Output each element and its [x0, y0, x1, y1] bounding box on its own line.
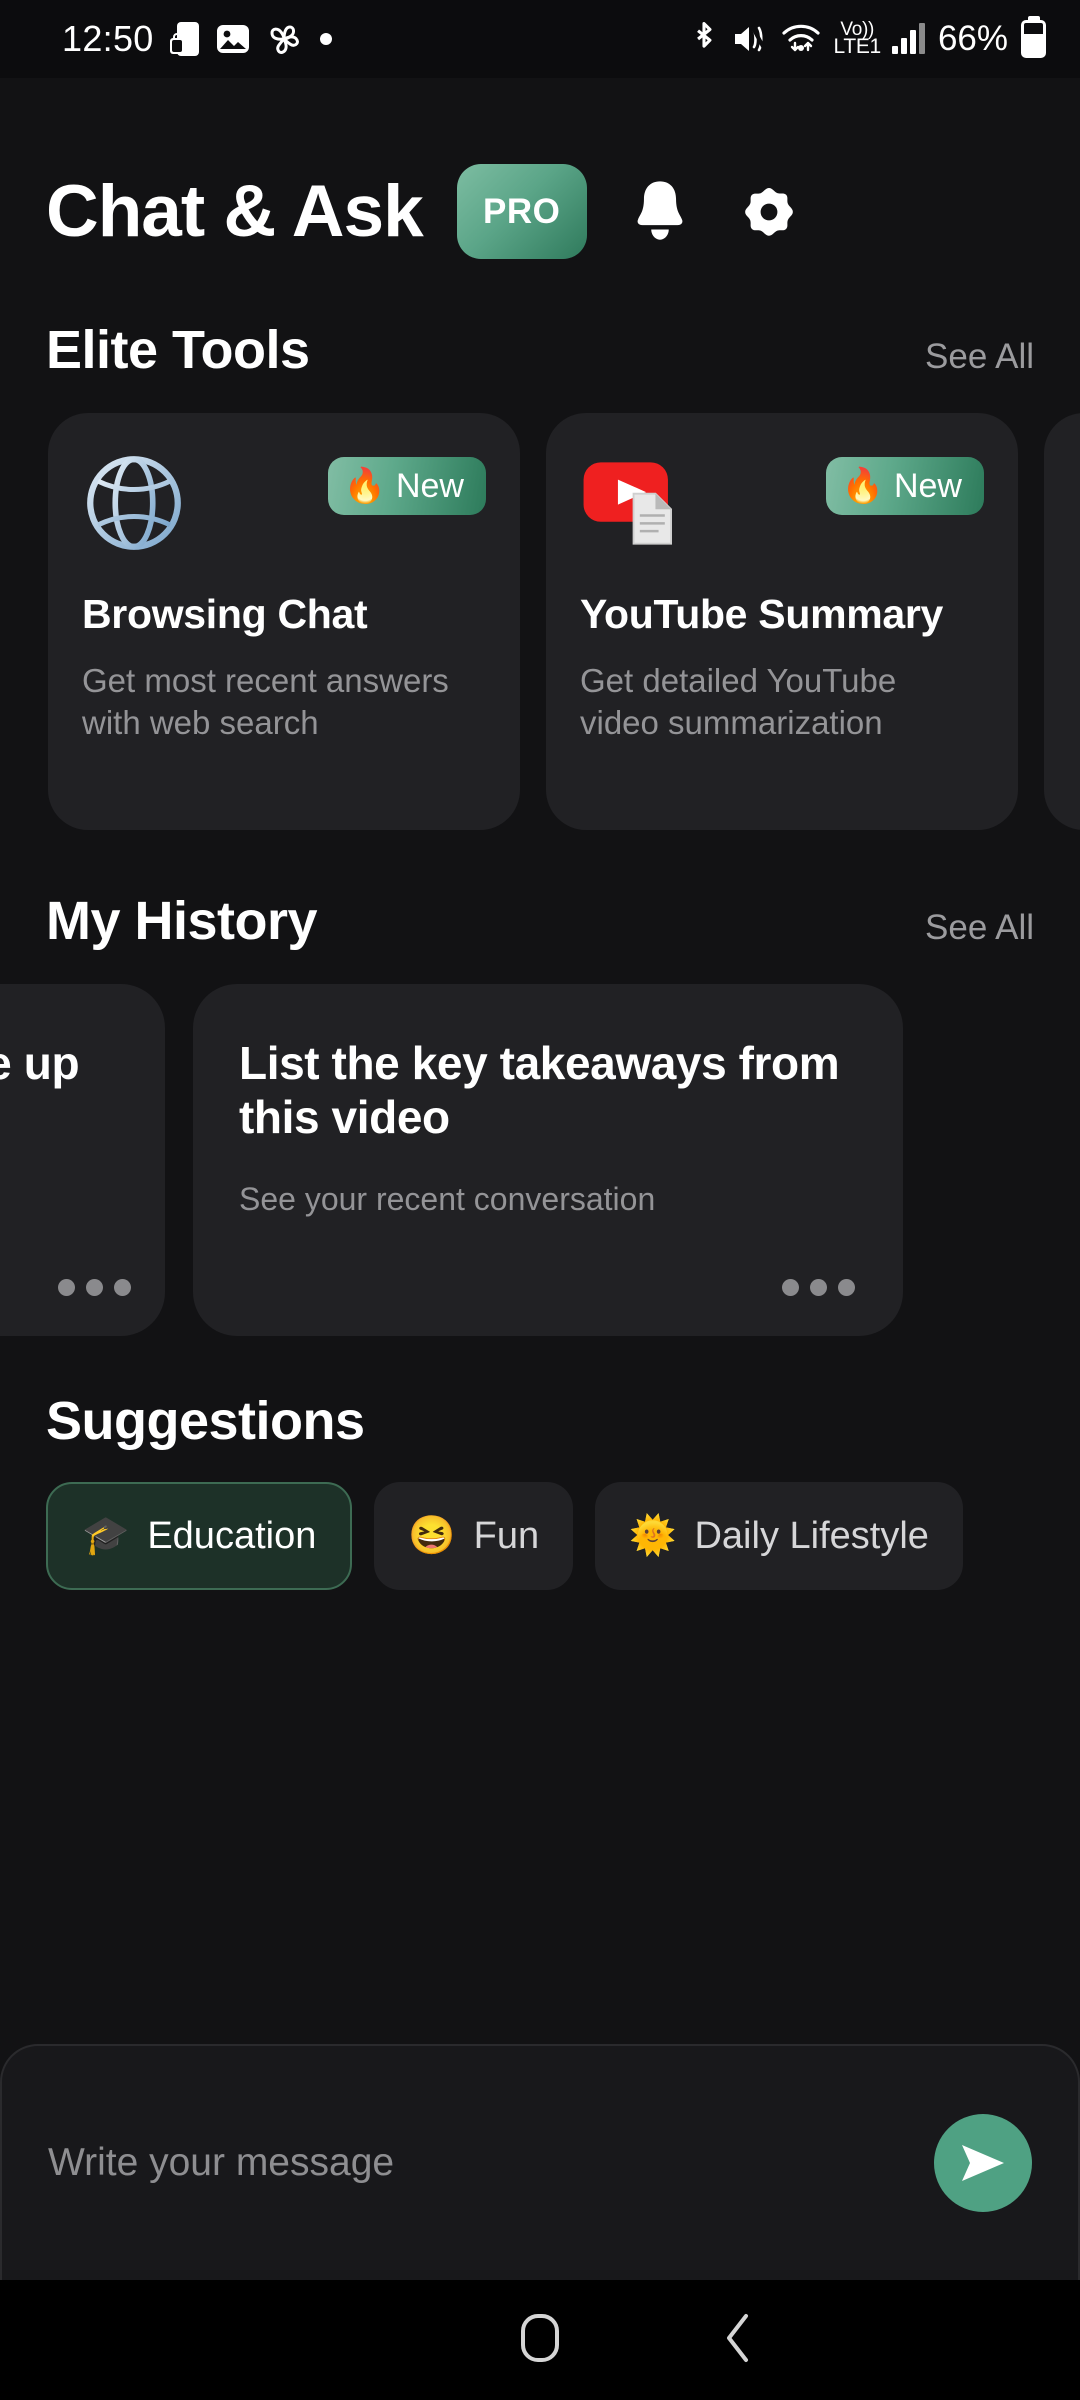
- pro-badge[interactable]: PRO: [457, 164, 587, 259]
- elite-tools-header: Elite Tools See All: [0, 319, 1080, 381]
- app-screen: 12:50 Vo)): [0, 0, 1080, 2400]
- suggestion-chip-label: Fun: [474, 1515, 539, 1558]
- pinwheel-icon: [266, 21, 302, 57]
- suggestions-title: Suggestions: [46, 1390, 365, 1452]
- status-bar-left: 12:50: [62, 18, 334, 60]
- history-card-title: ke up ld: [0, 1036, 119, 1145]
- new-badge-label: New: [894, 467, 962, 506]
- elite-tools-title: Elite Tools: [46, 319, 310, 381]
- battery-icon: [1021, 20, 1046, 58]
- tool-card-top: 🔥 New: [82, 451, 486, 555]
- tool-card-browsing-chat[interactable]: 🔥 New Browsing Chat Get most recent answ…: [48, 413, 520, 830]
- bell-icon[interactable]: [627, 177, 693, 247]
- tool-card-description: Get detailed YouTube video summarization: [580, 660, 984, 744]
- message-composer[interactable]: Write your message: [0, 2044, 1080, 2280]
- suggestion-chip-label: Daily Lifestyle: [694, 1515, 928, 1558]
- volte-indicator: Vo)) LTE1: [834, 22, 881, 56]
- sun-face-icon: 🌞: [629, 1517, 676, 1555]
- tool-card-top: 🔥 New: [580, 451, 984, 555]
- system-nav-bar: [0, 2280, 1080, 2400]
- new-badge: 🔥 New: [328, 457, 486, 515]
- more-dots-icon[interactable]: [58, 1279, 131, 1296]
- my-history-list[interactable]: ke up ld n List the key takeaways from t…: [0, 984, 1080, 1336]
- bluetooth-icon: [689, 20, 719, 58]
- home-icon[interactable]: [518, 2312, 562, 2369]
- suggestion-chip-label: Education: [147, 1515, 316, 1558]
- history-card-subtitle: n: [0, 1181, 119, 1218]
- app-header: Chat & Ask PRO: [0, 78, 1080, 259]
- more-dots-icon[interactable]: [782, 1279, 855, 1296]
- new-badge: 🔥 New: [826, 457, 984, 515]
- youtube-document-icon: [580, 451, 684, 555]
- fire-icon: 🔥: [344, 469, 386, 503]
- globe-icon: [82, 451, 186, 555]
- tool-card-next-partial[interactable]: [1044, 413, 1080, 830]
- suggestion-chip-daily-lifestyle[interactable]: 🌞 Daily Lifestyle: [595, 1482, 963, 1590]
- app-body: Chat & Ask PRO Elite Tools See All: [0, 78, 1080, 2280]
- suggestion-chip-education[interactable]: 🎓 Education: [46, 1482, 352, 1590]
- fire-icon: 🔥: [842, 469, 884, 503]
- tool-card-name: Browsing Chat: [82, 591, 486, 638]
- wifi-icon: [781, 22, 821, 56]
- tool-card-youtube-summary[interactable]: 🔥 New YouTube Summary Get detailed YouTu…: [546, 413, 1018, 830]
- signal-bars-icon: [892, 24, 925, 54]
- suggestion-chips[interactable]: 🎓 Education 😆 Fun 🌞 Daily Lifestyle: [0, 1482, 1080, 1590]
- dot-icon: [318, 31, 334, 47]
- laughing-face-icon: 😆: [408, 1517, 455, 1555]
- history-card-subtitle: See your recent conversation: [239, 1181, 857, 1218]
- send-button[interactable]: [934, 2114, 1032, 2212]
- elite-tools-see-all[interactable]: See All: [925, 337, 1034, 377]
- suggestions-header: Suggestions: [0, 1390, 1080, 1452]
- back-icon[interactable]: [717, 2311, 759, 2370]
- my-history-see-all[interactable]: See All: [925, 908, 1034, 948]
- battery-percent-label: 66%: [938, 19, 1008, 59]
- send-icon: [956, 2139, 1010, 2187]
- status-bar: 12:50 Vo)): [0, 0, 1080, 78]
- tool-card-name: YouTube Summary: [580, 591, 984, 638]
- history-card-title: List the key takeaways from this video: [239, 1036, 857, 1145]
- my-history-header: My History See All: [0, 890, 1080, 952]
- status-bar-right: Vo)) LTE1 66%: [689, 19, 1047, 59]
- status-bar-clock: 12:50: [62, 18, 154, 60]
- history-card-takeaways[interactable]: List the key takeaways from this video S…: [193, 984, 903, 1336]
- history-card-partial[interactable]: ke up ld n: [0, 984, 165, 1336]
- page-title: Chat & Ask: [46, 175, 423, 248]
- mute-icon: [732, 23, 768, 55]
- new-badge-label: New: [396, 467, 464, 506]
- volte-bottom-label: LTE1: [834, 38, 881, 56]
- gear-icon[interactable]: [733, 176, 805, 248]
- graduation-cap-icon: 🎓: [82, 1517, 129, 1555]
- image-icon: [216, 22, 250, 56]
- my-history-title: My History: [46, 890, 317, 952]
- message-input[interactable]: Write your message: [48, 2141, 394, 2185]
- elite-tools-list[interactable]: 🔥 New Browsing Chat Get most recent answ…: [0, 413, 1080, 830]
- suggestion-chip-fun[interactable]: 😆 Fun: [374, 1482, 573, 1590]
- phone-lock-icon: [170, 21, 200, 57]
- tool-card-description: Get most recent answers with web search: [82, 660, 486, 744]
